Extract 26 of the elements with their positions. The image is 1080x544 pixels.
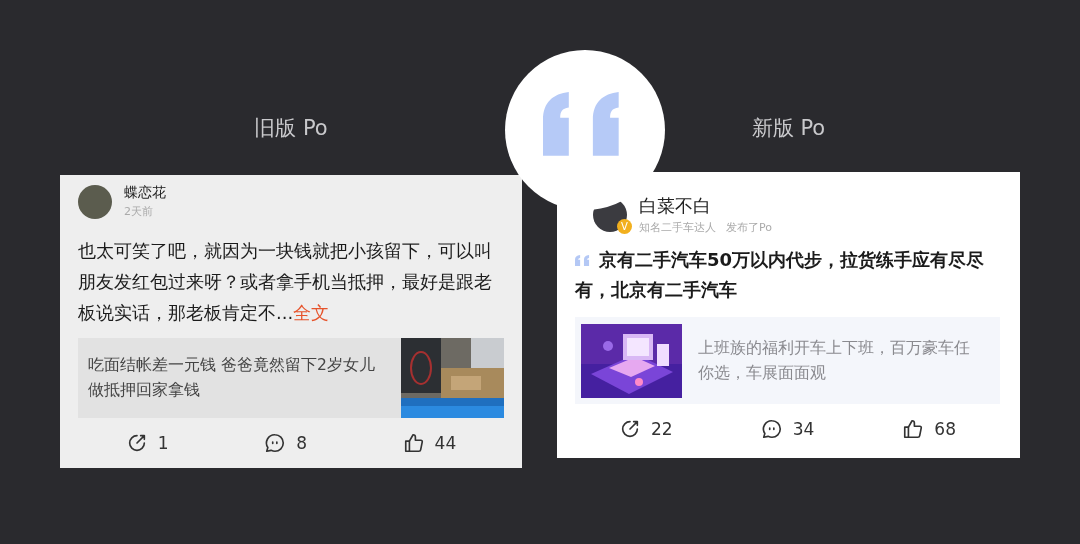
- thumbs-up-icon: [402, 432, 425, 454]
- post-meta: 2天前: [124, 204, 153, 219]
- comment-button[interactable]: 34: [760, 418, 815, 440]
- avatar: [78, 184, 112, 219]
- share-button[interactable]: 1: [125, 432, 169, 454]
- author-name: 蝶恋花: [124, 184, 166, 202]
- like-button[interactable]: 68: [902, 418, 956, 440]
- post-meta: 发布了Po: [726, 220, 772, 235]
- share-button[interactable]: 22: [619, 418, 673, 440]
- comment-icon: [760, 418, 783, 440]
- author-name: 白菜不白: [639, 194, 712, 218]
- quote-icon: [575, 254, 591, 266]
- comment-button[interactable]: 8: [264, 432, 307, 454]
- link-title: 上班族的福利开车上下班，百万豪车任你选，车展面面观: [698, 337, 971, 384]
- version-label: 新版 Po: [751, 115, 826, 142]
- link-title: 吃面结帐差一元钱 爸爸竟然留下2岁女儿做抵押回家拿钱: [88, 355, 376, 401]
- comment-icon: [264, 432, 287, 454]
- version-label: 旧版 Po: [254, 115, 328, 142]
- post-text: 也太可笑了吧，就因为一块钱就把小孩留下，可以叫朋友发红包过来呀？或者拿手机当抵押，最好是跟老板说实话，那老板肯定不...全文: [78, 239, 493, 325]
- post-meta: 知名二手车达人: [639, 220, 716, 235]
- verified-badge: V: [617, 218, 632, 234]
- share-icon: [619, 418, 641, 440]
- link-card[interactable]: 吃面结帐差一元钱 爸爸竟然留下2岁女儿做抵押回家拿钱: [78, 338, 504, 418]
- like-button[interactable]: 44: [402, 432, 457, 454]
- post-text: 京有二手汽车50万以内代步，拉货练手应有尽尽有，北京有二手汽车: [575, 248, 986, 302]
- thumbs-up-icon: [902, 418, 925, 440]
